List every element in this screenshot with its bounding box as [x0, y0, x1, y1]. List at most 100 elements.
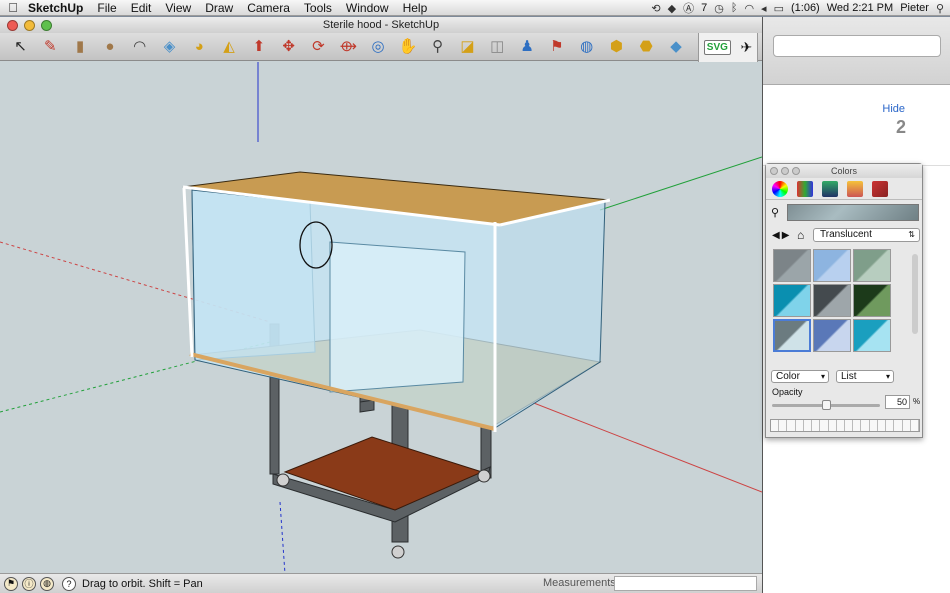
sky-swatch[interactable] — [813, 319, 851, 352]
background-address-field[interactable] — [773, 35, 941, 57]
menu-help[interactable]: Help — [396, 1, 435, 15]
image-palettes-icon[interactable] — [847, 180, 863, 197]
color-well[interactable] — [829, 420, 837, 431]
menu-edit[interactable]: Edit — [124, 1, 159, 15]
menu-tools[interactable]: Tools — [297, 1, 339, 15]
spotlight-icon[interactable]: ⚲ — [936, 2, 944, 15]
panel-zoom-button[interactable] — [792, 167, 800, 175]
zoom-button[interactable] — [41, 20, 52, 31]
svg-export-button[interactable]: SVG — [703, 40, 731, 55]
zoom-extents-tool-icon[interactable]: ◪ — [455, 36, 480, 58]
minimize-button[interactable] — [24, 20, 35, 31]
user-icon[interactable]: ◍ — [40, 576, 54, 591]
back-forward-icon[interactable]: ◀▶ — [772, 230, 791, 241]
panel-close-button[interactable] — [770, 167, 778, 175]
swatch-scrollbar[interactable] — [912, 254, 918, 334]
adobe-icon[interactable]: Ⓐ — [683, 0, 694, 16]
color-well[interactable] — [820, 420, 829, 431]
wifi-icon[interactable]: ◠ — [744, 2, 754, 15]
offset-tool-icon[interactable]: ⟴ — [336, 36, 361, 58]
select-tool-icon[interactable]: ↖ — [8, 36, 33, 58]
color-well[interactable] — [870, 420, 878, 431]
menu-view[interactable]: View — [158, 1, 198, 15]
menu-camera[interactable]: Camera — [240, 1, 297, 15]
cyan-dark-swatch[interactable] — [773, 284, 811, 317]
walk-tool-icon[interactable]: ⚑ — [544, 36, 569, 58]
3d-warehouse-tool-icon[interactable]: ◍ — [574, 36, 599, 58]
color-well[interactable] — [903, 420, 911, 431]
color-well[interactable] — [845, 420, 854, 431]
dropbox-icon[interactable]: ◆ — [668, 2, 676, 15]
crayons-icon[interactable] — [872, 180, 888, 197]
light-blue-swatch[interactable] — [813, 249, 851, 282]
color-well[interactable] — [886, 420, 895, 431]
color-well[interactable] — [894, 420, 903, 431]
orbit-tool-icon[interactable]: ◎ — [366, 36, 391, 58]
eraser-tool-icon[interactable]: ◭ — [217, 36, 242, 58]
color-well[interactable] — [911, 420, 919, 431]
color-palettes-icon[interactable] — [822, 180, 838, 197]
window-titlebar[interactable]: Sterile hood - SketchUp — [0, 17, 762, 33]
rectangle-tool-icon[interactable]: ▮ — [68, 36, 93, 58]
position-camera-tool-icon[interactable]: ♟ — [515, 36, 540, 58]
color-well[interactable] — [771, 420, 780, 431]
color-mode-dropdown[interactable]: Color ▾ — [771, 370, 829, 383]
sync-icon[interactable]: ⟲ — [651, 2, 660, 15]
menu-app-name[interactable]: SketchUp — [26, 1, 90, 15]
battery-icon[interactable]: ▭ — [774, 2, 784, 15]
clock[interactable]: Wed 2:21 PM — [827, 2, 893, 14]
gray-dark-swatch[interactable] — [813, 284, 851, 317]
volume-icon[interactable]: ◂ — [761, 2, 767, 15]
share-model-tool-icon[interactable]: ⬣ — [634, 36, 659, 58]
cyan-light-swatch[interactable] — [853, 319, 891, 352]
home-icon[interactable]: ⌂ — [797, 228, 804, 242]
previous-view-tool-icon[interactable]: ◫ — [485, 36, 510, 58]
hide-link[interactable]: Hide — [882, 103, 905, 115]
menu-window[interactable]: Window — [339, 1, 396, 15]
translucent-glass-swatch[interactable] — [773, 319, 811, 352]
move-tool-icon[interactable]: ✥ — [276, 36, 301, 58]
opacity-slider-thumb[interactable] — [822, 400, 831, 410]
green-stripe-swatch[interactable] — [853, 249, 891, 282]
push-pull-tool-icon[interactable]: ⬆ — [246, 36, 271, 58]
help-icon[interactable]: ? — [62, 576, 76, 591]
color-wheel-icon[interactable] — [772, 180, 788, 197]
pan-tool-icon[interactable]: ✋ — [395, 36, 420, 58]
color-well[interactable] — [812, 420, 821, 431]
color-well[interactable] — [804, 420, 813, 431]
color-well[interactable] — [861, 420, 870, 431]
time-machine-icon[interactable]: ◷ — [714, 2, 724, 15]
measurements-input[interactable] — [614, 576, 757, 591]
paint-bucket-tool-icon[interactable]: ◕ — [187, 36, 212, 58]
view-mode-dropdown[interactable]: List ▾ — [836, 370, 894, 383]
color-well[interactable] — [837, 420, 845, 431]
geolocation-icon[interactable]: ⚑ — [4, 576, 18, 591]
panel-minimize-button[interactable] — [781, 167, 789, 175]
menu-file[interactable]: File — [90, 1, 123, 15]
color-sliders-icon[interactable] — [797, 180, 813, 197]
model-viewport[interactable] — [0, 62, 762, 574]
arc-tool-icon[interactable]: ◠ — [127, 36, 152, 58]
color-well[interactable] — [787, 420, 796, 431]
material-preview[interactable] — [787, 204, 919, 221]
colors-panel-titlebar[interactable]: Colors — [766, 164, 922, 178]
opacity-input[interactable]: 50 — [885, 395, 910, 409]
rotate-tool-icon[interactable]: ⟳ — [306, 36, 331, 58]
apple-icon[interactable]:  — [0, 0, 26, 15]
pencil-tool-icon[interactable]: ✎ — [38, 36, 63, 58]
color-well[interactable] — [853, 420, 862, 431]
magnifier-icon[interactable]: ⚲ — [771, 206, 779, 219]
get-models-tool-icon[interactable]: ⬢ — [604, 36, 629, 58]
color-well[interactable] — [779, 420, 788, 431]
user-name[interactable]: Pieter — [900, 2, 929, 14]
material-library-select[interactable]: Translucent ⇅ — [813, 228, 920, 242]
zoom-tool-icon[interactable]: ⚲ — [425, 36, 450, 58]
circle-tool-icon[interactable]: ● — [97, 36, 122, 58]
glass-block-swatch[interactable] — [773, 249, 811, 282]
model-canvas[interactable] — [0, 62, 762, 574]
credits-icon[interactable]: ⓘ — [22, 576, 36, 591]
make-component-tool-icon[interactable]: ◈ — [157, 36, 182, 58]
color-well[interactable] — [796, 420, 804, 431]
extension-warehouse-tool-icon[interactable]: ◆ — [664, 36, 689, 58]
bluetooth-icon[interactable]: ᛒ — [731, 2, 738, 14]
